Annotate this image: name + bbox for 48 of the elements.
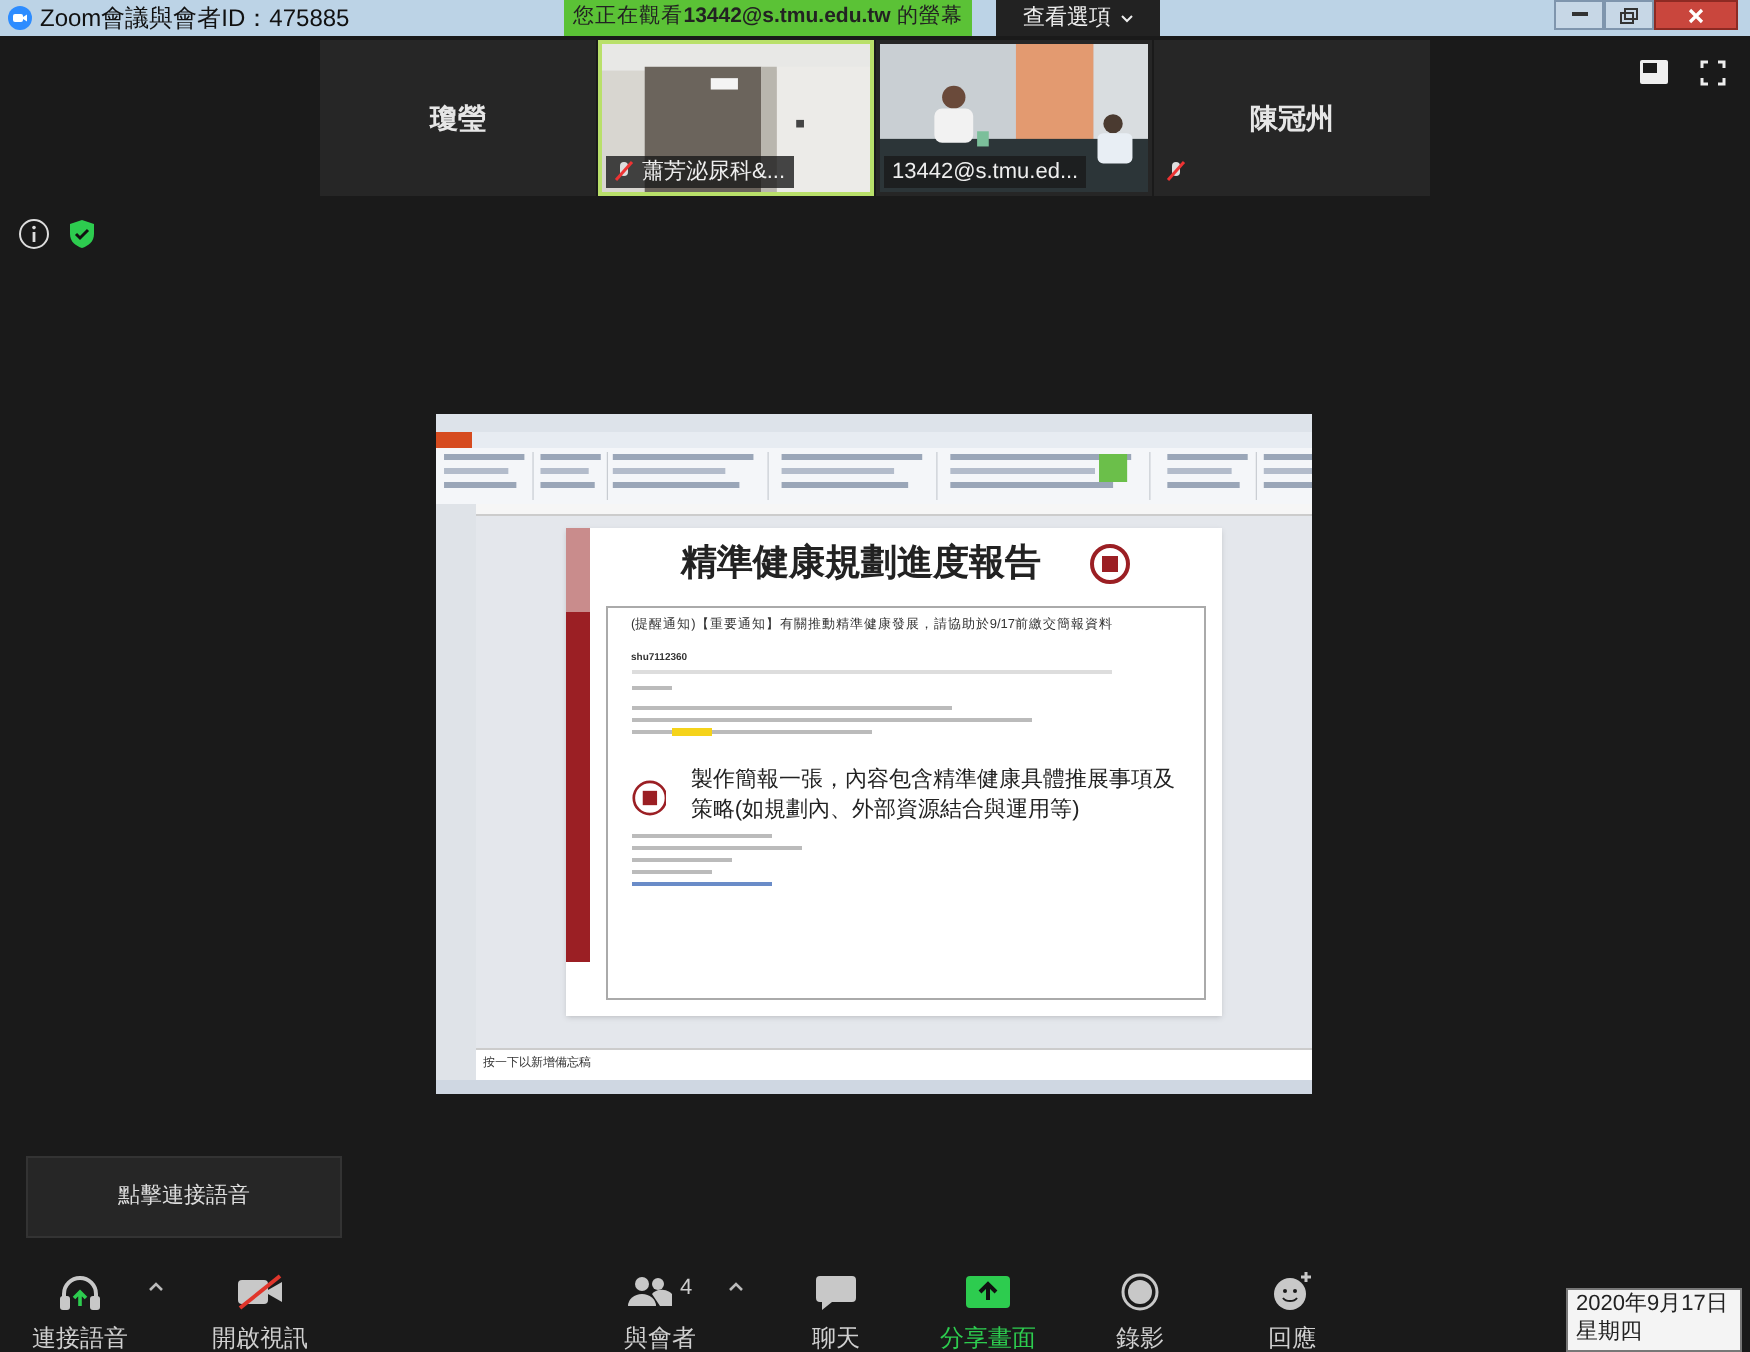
toolbar-button[interactable]: 連接語音	[20, 1272, 140, 1352]
layout-icon[interactable]	[1640, 60, 1668, 84]
maximize-button[interactable]	[1604, 0, 1654, 30]
banner-text: 您正在觀看13442@s.tmu.edu.tw 的螢幕	[573, 2, 963, 33]
camera-logo-icon	[8, 6, 32, 30]
close-button[interactable]	[1654, 0, 1738, 30]
share-screen-icon	[966, 1274, 1010, 1310]
camera-off-icon	[236, 1274, 284, 1310]
window-title: Zoom會議與會者ID：475885	[40, 2, 350, 36]
headphones-icon	[58, 1272, 102, 1312]
participant-tile[interactable]: 13442@s.tmu.ed...	[876, 40, 1152, 196]
weekday-text: 星期四	[1576, 1318, 1644, 1346]
minimize-icon	[1571, 12, 1587, 18]
name-label: 13442@s.tmu.ed...	[884, 155, 1087, 188]
record-icon	[1120, 1272, 1160, 1312]
toolbar-button[interactable]: 錄影	[1080, 1272, 1200, 1352]
participant-name: 陳冠州	[1250, 99, 1334, 137]
minimize-button[interactable]	[1554, 0, 1604, 30]
view-options-dropdown[interactable]: 查看選項	[996, 0, 1160, 36]
muted-mic-icon	[614, 159, 634, 184]
people-icon	[627, 1276, 672, 1308]
restore-icon	[1620, 7, 1638, 23]
caret-icon[interactable]	[148, 1280, 164, 1292]
participant-name: 瓊瑩	[430, 99, 486, 137]
chat-icon	[816, 1274, 856, 1310]
name-label: 蕭芳泌尿科&...	[606, 155, 794, 188]
toolbar-button[interactable]: 回應	[1232, 1272, 1352, 1352]
close-icon	[1688, 7, 1704, 23]
info-icon[interactable]	[18, 218, 50, 250]
slide-body-text: 製作簡報一張，內容包含精準健康具體推展事項及策略(如規劃內、外部資源結合與運用等)	[690, 766, 1177, 827]
slide-title: 精準健康規劃進度報告	[681, 540, 1041, 586]
caret-icon[interactable]	[728, 1280, 744, 1292]
toolbar-button[interactable]: 4 與會者	[600, 1272, 720, 1352]
shield-icon[interactable]	[66, 218, 98, 250]
date-text: 2020年9月17日	[1576, 1290, 1730, 1318]
participant-tile[interactable]: 瓊瑩	[320, 40, 596, 196]
fullscreen-icon[interactable]	[1700, 60, 1726, 86]
emblem-icon	[1089, 543, 1129, 583]
participant-tile[interactable]: 蕭芳泌尿科&...	[598, 40, 874, 196]
muted-mic-icon	[1166, 160, 1186, 184]
toolbar-button[interactable]: 聊天	[776, 1272, 896, 1352]
participant-count: 4	[679, 1274, 693, 1304]
toolbar-button[interactable]: 開啟視訊	[200, 1272, 320, 1352]
toolbar-button[interactable]: 分享畫面	[928, 1272, 1048, 1352]
chevron-down-icon	[1119, 13, 1133, 23]
tooltip-text: 點擊連接語音	[118, 1181, 250, 1213]
smiley-icon	[1272, 1272, 1312, 1312]
participant-tile[interactable]: 陳冠州	[1154, 40, 1430, 196]
